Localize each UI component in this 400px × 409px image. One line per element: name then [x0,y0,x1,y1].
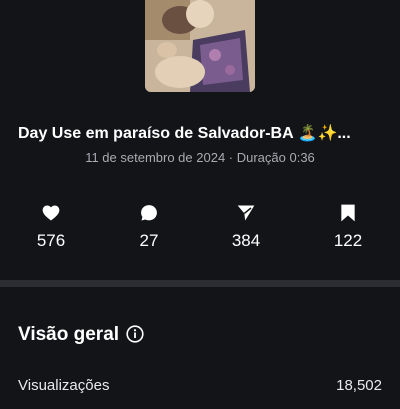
info-icon[interactable] [126,325,144,343]
video-thumbnail[interactable] [145,0,255,92]
views-label: Visualizações [18,377,110,394]
comments-stat[interactable]: 27 [114,203,184,251]
comment-icon [141,205,157,221]
saves-count: 122 [333,231,363,250]
overview-title: Visão geral [18,324,120,345]
share-icon [237,205,255,221]
views-value: 18,502 [336,377,382,394]
likes-count: 576 [36,231,66,250]
video-meta: 11 de setembro de 2024 · Duração 0:36 [85,150,315,165]
thumbnail-image [145,0,255,92]
heart-icon [42,205,60,221]
shares-stat[interactable]: 384 [211,203,281,251]
bookmark-icon [341,204,355,222]
section-divider [0,280,400,287]
comments-count: 27 [139,231,159,250]
video-title: Day Use em paraíso de Salvador-BA 🏝️✨... [18,125,351,142]
likes-stat[interactable]: 576 [16,203,86,251]
shares-count: 384 [231,231,261,250]
saves-stat[interactable]: 122 [313,203,383,251]
